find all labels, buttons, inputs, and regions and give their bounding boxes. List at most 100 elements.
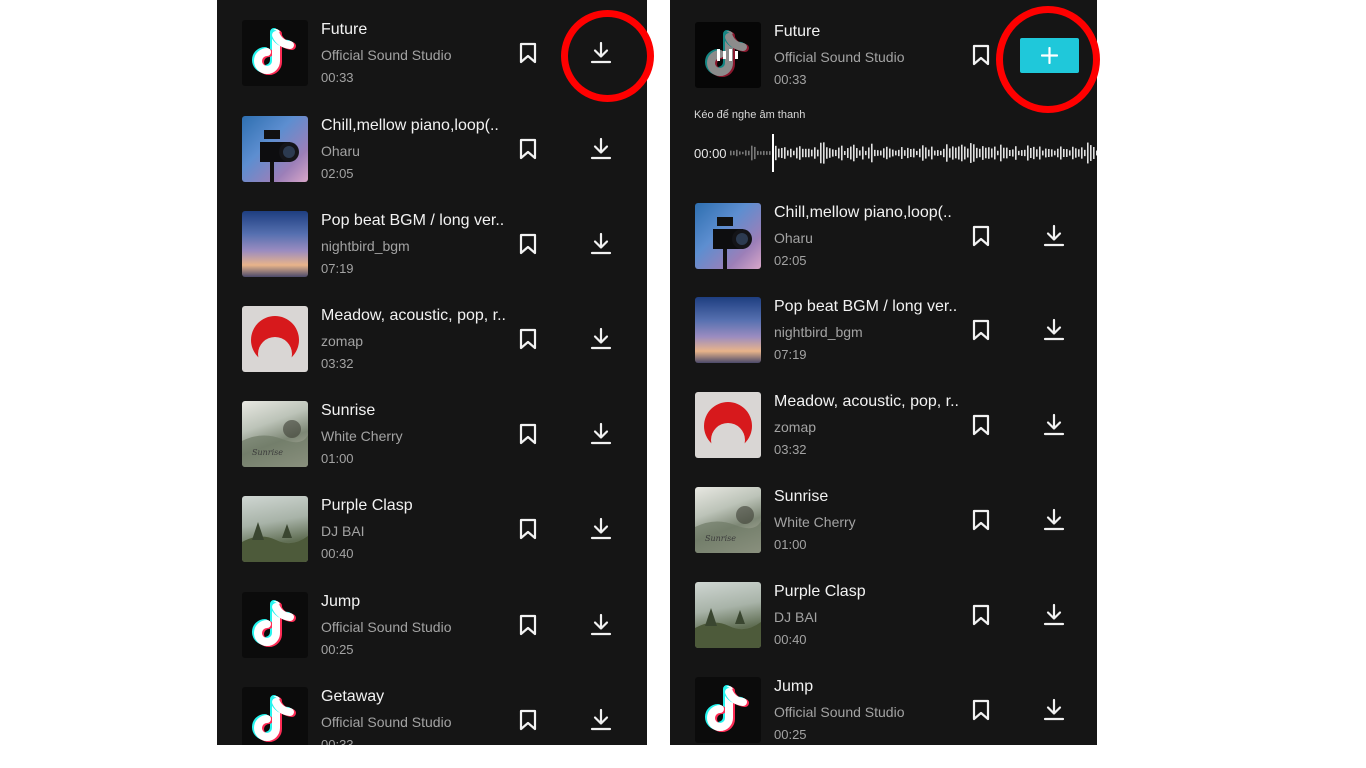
- bookmark-icon[interactable]: [971, 414, 991, 436]
- bookmark-icon[interactable]: [518, 328, 538, 350]
- track-duration: 07:19: [774, 347, 807, 362]
- track-title: Chill,mellow piano,loop(..: [321, 117, 499, 134]
- track-row[interactable]: Sunrise Sunrise White Cherry 01:00: [217, 401, 647, 491]
- download-icon[interactable]: [589, 708, 613, 732]
- download-icon[interactable]: [589, 232, 613, 256]
- bookmark-icon[interactable]: [518, 423, 538, 445]
- track-artist: zomap: [774, 419, 817, 435]
- track-row[interactable]: Chill,mellow piano,loop(.. Oharu 02:05: [217, 116, 647, 206]
- track-row[interactable]: Jump Official Sound Studio 00:25: [670, 677, 1097, 745]
- track-title: Future: [321, 21, 368, 38]
- track-duration: 01:00: [321, 451, 354, 466]
- track-duration: 00:33: [321, 70, 354, 85]
- track-duration: 00:25: [321, 642, 354, 657]
- track-thumbnail: [242, 211, 308, 277]
- track-row[interactable]: Sunrise Sunrise White Cherry 01:00: [670, 487, 1097, 577]
- track-row[interactable]: Meadow, acoustic, pop, r.. zomap 03:32: [670, 392, 1097, 482]
- track-thumbnail: [695, 677, 761, 743]
- bookmark-icon[interactable]: [518, 709, 538, 731]
- download-icon[interactable]: [1042, 318, 1066, 342]
- bookmark-icon[interactable]: [518, 518, 538, 540]
- download-icon[interactable]: [1042, 698, 1066, 722]
- track-title: Meadow, acoustic, pop, r..: [321, 307, 506, 324]
- track-thumbnail: [242, 306, 308, 372]
- bookmark-icon[interactable]: [518, 138, 538, 160]
- track-artist: nightbird_bgm: [774, 324, 863, 340]
- track-row[interactable]: Pop beat BGM / long ver.. nightbird_bgm 07…: [217, 211, 647, 301]
- track-title: Sunrise: [774, 488, 829, 505]
- track-row[interactable]: Purple Clasp DJ BAI 00:40: [217, 496, 647, 586]
- playing-indicator-icon: [695, 22, 761, 88]
- bookmark-icon[interactable]: [971, 225, 991, 247]
- bookmark-icon[interactable]: [971, 509, 991, 531]
- track-row[interactable]: Pop beat BGM / long ver.. nightbird_bgm 07…: [670, 297, 1097, 387]
- track-artist: White Cherry: [774, 514, 856, 530]
- track-row[interactable]: Meadow, acoustic, pop, r.. zomap 03:32: [217, 306, 647, 396]
- track-artist: Official Sound Studio: [321, 619, 452, 635]
- track-artist: White Cherry: [321, 428, 403, 444]
- track-row[interactable]: Jump Official Sound Studio 00:25: [217, 592, 647, 682]
- track-row[interactable]: Purple Clasp DJ BAI 00:40: [670, 582, 1097, 672]
- track-duration: 02:05: [774, 253, 807, 268]
- playback-time: 00:00: [694, 146, 727, 161]
- track-title: Jump: [774, 678, 814, 695]
- track-artist: DJ BAI: [321, 523, 365, 539]
- track-duration: 01:00: [774, 537, 807, 552]
- svg-text:Sunrise: Sunrise: [252, 448, 283, 457]
- track-thumbnail: [242, 496, 308, 562]
- download-icon[interactable]: [589, 517, 613, 541]
- track-title: Pop beat BGM / long ver..: [321, 212, 505, 229]
- bookmark-icon[interactable]: [518, 614, 538, 636]
- track-artist: Official Sound Studio: [774, 704, 905, 720]
- track-duration: 03:32: [774, 442, 807, 457]
- track-duration: 02:05: [321, 166, 354, 181]
- track-title: Getaway: [321, 688, 385, 705]
- download-icon[interactable]: [589, 613, 613, 637]
- playhead-cursor[interactable]: [772, 134, 774, 172]
- track-title: Jump: [321, 593, 361, 610]
- svg-text:Sunrise: Sunrise: [705, 534, 736, 543]
- track-artist: DJ BAI: [774, 609, 818, 625]
- track-thumbnail: [695, 22, 761, 88]
- use-button-highlight-circle: [996, 6, 1100, 113]
- track-title: Pop beat BGM / long ver..: [774, 298, 958, 315]
- audio-waveform[interactable]: [730, 130, 1097, 176]
- track-duration: 00:33: [321, 737, 354, 745]
- track-title: Purple Clasp: [321, 497, 413, 514]
- download-icon[interactable]: [1042, 603, 1066, 627]
- bookmark-icon[interactable]: [971, 699, 991, 721]
- download-icon[interactable]: [589, 137, 613, 161]
- track-duration: 00:40: [321, 546, 354, 561]
- track-artist: Oharu: [774, 230, 813, 246]
- track-thumbnail: [695, 392, 761, 458]
- download-icon[interactable]: [589, 327, 613, 351]
- download-icon[interactable]: [1042, 413, 1066, 437]
- download-icon[interactable]: [1042, 224, 1066, 248]
- track-duration: 00:40: [774, 632, 807, 647]
- track-thumbnail: [695, 203, 761, 269]
- track-title: Purple Clasp: [774, 583, 866, 600]
- bookmark-icon[interactable]: [518, 233, 538, 255]
- track-thumbnail: [695, 297, 761, 363]
- track-thumbnail: [242, 687, 308, 745]
- track-thumbnail: [695, 582, 761, 648]
- track-duration: 00:25: [774, 727, 807, 742]
- left-screen: Future Official Sound Studio 00:33 Chill,me…: [217, 0, 647, 745]
- track-artist: zomap: [321, 333, 364, 349]
- track-title: Meadow, acoustic, pop, r..: [774, 393, 959, 410]
- track-artist: nightbird_bgm: [321, 238, 410, 254]
- bookmark-icon[interactable]: [971, 44, 991, 66]
- bookmark-icon[interactable]: [518, 42, 538, 64]
- track-row[interactable]: Getaway Official Sound Studio 00:33: [217, 687, 647, 745]
- download-highlight-circle: [561, 10, 654, 102]
- track-title: Sunrise: [321, 402, 376, 419]
- right-screen: Kéo để nghe âm thanh 00:00 Future Officia…: [670, 0, 1097, 745]
- track-row[interactable]: Chill,mellow piano,loop(.. Oharu 02:05: [670, 203, 1097, 293]
- track-duration: 03:32: [321, 356, 354, 371]
- track-artist: Oharu: [321, 143, 360, 159]
- download-icon[interactable]: [1042, 508, 1066, 532]
- track-duration: 07:19: [321, 261, 354, 276]
- bookmark-icon[interactable]: [971, 604, 991, 626]
- bookmark-icon[interactable]: [971, 319, 991, 341]
- download-icon[interactable]: [589, 422, 613, 446]
